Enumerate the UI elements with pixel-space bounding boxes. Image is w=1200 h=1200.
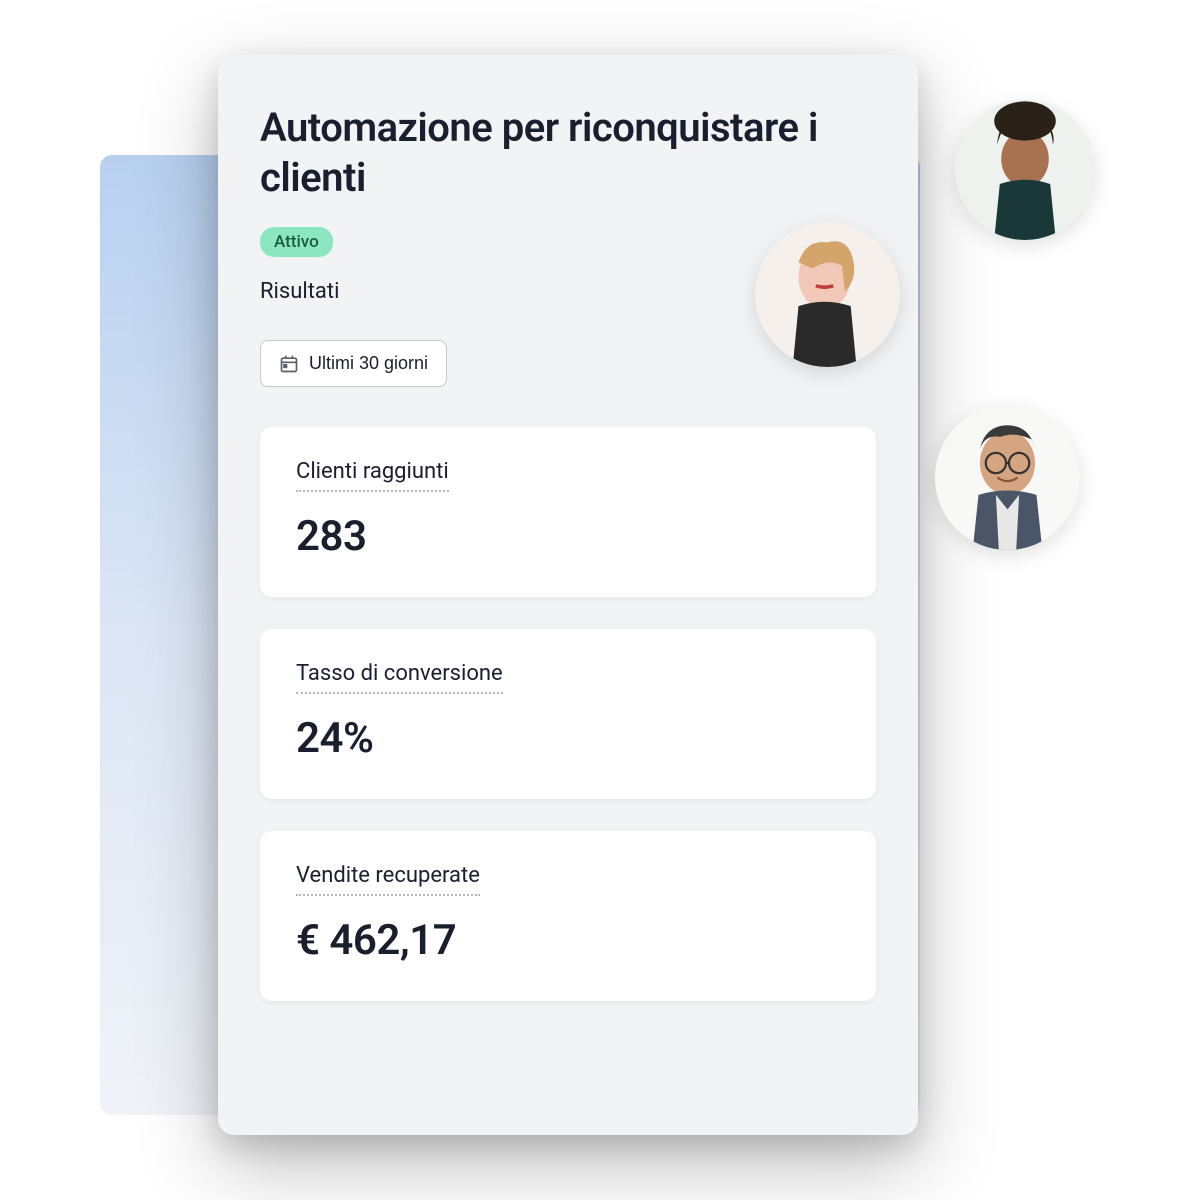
calendar-icon: [279, 354, 299, 374]
date-range-label: Ultimi 30 giorni: [309, 353, 428, 374]
metric-card-recovered-sales: Vendite recuperate € 462,17: [260, 831, 876, 1001]
metrics-list: Clienti raggiunti 283 Tasso di conversio…: [260, 427, 876, 1001]
avatar: [955, 100, 1095, 240]
metric-label: Tasso di conversione: [296, 661, 503, 694]
status-badge: Attivo: [260, 227, 333, 257]
page-title: Automazione per riconquistare i clienti: [260, 103, 876, 203]
metric-value: € 462,17: [296, 916, 840, 965]
metric-value: 24%: [296, 714, 840, 763]
automation-results-card: Automazione per riconquistare i clienti …: [218, 55, 918, 1135]
metric-label: Vendite recuperate: [296, 863, 480, 896]
avatar: [935, 405, 1080, 550]
date-range-filter[interactable]: Ultimi 30 giorni: [260, 340, 447, 387]
metric-label: Clienti raggiunti: [296, 459, 449, 492]
metric-value: 283: [296, 512, 840, 561]
avatar: [755, 222, 900, 367]
metric-card-customers-reached: Clienti raggiunti 283: [260, 427, 876, 597]
metric-card-conversion-rate: Tasso di conversione 24%: [260, 629, 876, 799]
